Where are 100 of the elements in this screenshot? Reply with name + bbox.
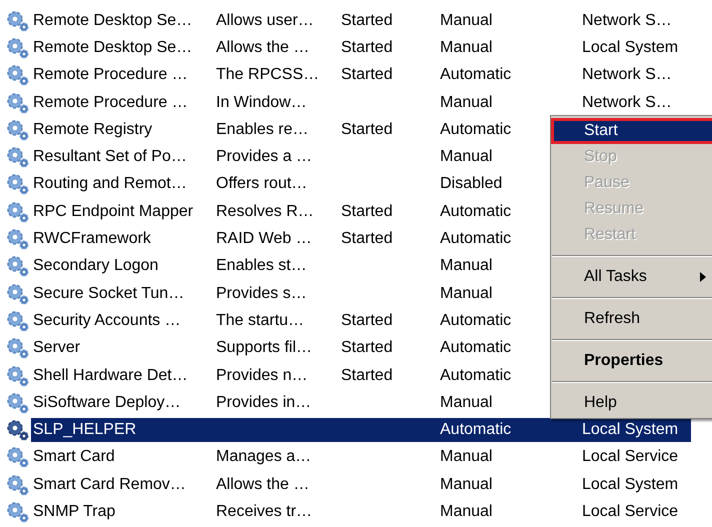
service-status: Started (341, 366, 393, 384)
service-row[interactable]: SLP_HELPER Automatic Local System (31, 418, 691, 442)
service-description: Receives tr… (216, 502, 312, 520)
service-description: Provides a … (216, 148, 312, 166)
startup-type: Automatic (440, 421, 512, 438)
gear-icon (5, 227, 31, 252)
service-name: Resultant Set of Po… (33, 147, 188, 168)
service-name: Remote Desktop Se… (33, 38, 194, 58)
service-description: The RPCSS… (216, 66, 320, 84)
menu-item[interactable]: All Tasks (551, 264, 712, 290)
service-name: Remote Procedure … (33, 92, 189, 113)
startup-type: Manual (440, 94, 492, 111)
service-status: Started (341, 38, 393, 56)
service-description: Provides n… (216, 366, 308, 384)
log-on-as: Network S… (582, 12, 672, 29)
startup-type: Manual (440, 257, 492, 274)
service-description: Supports fil… (216, 339, 312, 356)
service-name: Remote Procedure … (33, 65, 189, 86)
service-description: Enables st… (216, 257, 307, 274)
gear-icon (5, 364, 31, 388)
service-description: Allows user… (216, 12, 314, 29)
service-status: Started (341, 202, 393, 220)
startup-type: Automatic (440, 120, 512, 138)
service-status: Started (341, 66, 393, 84)
service-description: Provides in… (216, 394, 312, 411)
service-name: Secure Socket Tun… (33, 284, 186, 304)
gear-icon (5, 172, 31, 196)
gear-icon (5, 90, 31, 115)
service-name: RPC Endpoint Mapper (33, 202, 194, 222)
service-status: Started (341, 230, 393, 248)
gear-icon (5, 390, 31, 415)
gear-icon (5, 63, 31, 88)
log-on-as: Network S… (582, 66, 672, 84)
startup-type: Manual (440, 284, 492, 302)
service-row[interactable]: Remote Desktop Se… Allows user… Started Manual Network S… (31, 8, 691, 33)
service-name: SNMP Trap (33, 502, 116, 522)
service-status: Started (341, 339, 393, 356)
service-name: RWCFramework (33, 229, 152, 250)
startup-type: Automatic (440, 66, 512, 84)
log-on-as: Local System (582, 476, 678, 493)
service-name: Shell Hardware Det… (33, 366, 189, 386)
startup-type: Manual (440, 148, 492, 166)
startup-type: Automatic (440, 202, 512, 220)
gear-icon (5, 282, 31, 306)
startup-type: Automatic (440, 339, 512, 356)
service-name: Smart Card Remov… (33, 474, 187, 495)
startup-type: Manual (440, 394, 492, 411)
gear-icon (5, 445, 31, 470)
service-name: Routing and Remot… (33, 174, 188, 194)
startup-type: Automatic (440, 230, 512, 248)
log-on-as: Network S… (582, 94, 672, 111)
gear-icon (5, 254, 31, 278)
log-on-as: Local Service (582, 448, 678, 466)
log-on-as: Local System (582, 421, 678, 438)
service-name: Secondary Logon (33, 256, 160, 276)
menu-item[interactable]: Properties (551, 348, 712, 374)
startup-type: Manual (440, 12, 492, 29)
gear-icon (5, 418, 31, 442)
gear-icon (5, 36, 31, 60)
startup-type: Manual (440, 502, 492, 520)
menu-item[interactable]: Start (551, 118, 712, 144)
gear-icon (5, 145, 31, 170)
service-name: Server (33, 338, 82, 358)
service-description: Allows the … (216, 38, 310, 56)
gear-icon (5, 118, 31, 142)
menu-item[interactable]: Help (551, 390, 712, 416)
startup-type: Automatic (440, 312, 512, 329)
log-on-as: Local Service (582, 502, 678, 520)
service-name: Smart Card (33, 447, 116, 468)
startup-type: Manual (440, 38, 492, 56)
service-row[interactable]: Remote Procedure … The RPCSS… Started Automatic Network S… (31, 63, 691, 88)
service-row[interactable]: SNMP Trap Receives tr… Manual Local Service (31, 500, 691, 524)
service-name: Security Accounts … (33, 310, 182, 331)
service-description: The startu… (216, 312, 304, 329)
startup-type: Manual (440, 476, 492, 493)
service-name: Remote Registry (33, 120, 154, 140)
service-status: Started (341, 12, 393, 29)
gear-icon (5, 8, 31, 33)
gear-icon (5, 336, 31, 360)
service-description: Manages a… (216, 448, 312, 466)
gear-icon (5, 472, 31, 497)
startup-type: Manual (440, 448, 492, 466)
service-name: SLP_HELPER (33, 420, 138, 440)
gear-icon (5, 308, 31, 333)
submenu-arrow-icon (700, 272, 706, 282)
startup-type: Disabled (440, 175, 502, 192)
service-status: Started (341, 120, 393, 138)
log-on-as: Local System (582, 38, 678, 56)
service-row[interactable]: Smart Card Manages a… Manual Local Service (31, 445, 691, 470)
service-name: Remote Desktop Se… (33, 10, 194, 31)
service-row[interactable]: Smart Card Remov… Allows the … Manual Local System (31, 472, 691, 497)
startup-type: Automatic (440, 366, 512, 384)
service-description: In Window… (216, 94, 307, 111)
service-name: SiSoftware Deploy… (33, 392, 182, 413)
service-description: Enables re… (216, 120, 308, 138)
service-row[interactable]: Remote Procedure … In Window… Manual Network S… (31, 90, 691, 115)
service-description: RAID Web … (216, 230, 312, 248)
service-row[interactable]: Remote Desktop Se… Allows the … Started Manual Local System (31, 36, 691, 60)
menu-item[interactable]: Refresh (551, 306, 712, 332)
service-description: Allows the … (216, 476, 310, 493)
